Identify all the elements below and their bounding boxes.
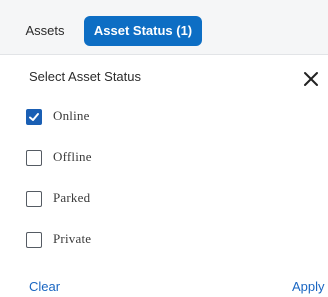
option-label: Parked xyxy=(53,190,91,205)
apply-button[interactable]: Apply xyxy=(292,279,325,294)
checkbox-parked[interactable] xyxy=(26,191,42,207)
close-icon xyxy=(304,72,318,86)
option-parked[interactable]: Parked xyxy=(26,189,206,209)
tab-asset-status[interactable]: Asset Status (1) xyxy=(84,16,202,46)
checkbox-private[interactable] xyxy=(26,232,42,248)
option-label: Private xyxy=(53,231,92,246)
option-offline[interactable]: Offline xyxy=(26,148,206,168)
option-online[interactable]: Online xyxy=(26,107,206,127)
close-button[interactable] xyxy=(302,70,320,88)
clear-button[interactable]: Clear xyxy=(29,279,60,294)
option-label: Online xyxy=(53,108,90,123)
checkbox-offline[interactable] xyxy=(26,150,42,166)
option-private[interactable]: Private xyxy=(26,230,206,250)
tab-assets[interactable]: Assets xyxy=(14,16,76,46)
asset-status-filter-panel: Select Asset Status Online Offline Parke… xyxy=(0,56,328,297)
checkbox-online[interactable] xyxy=(26,109,42,125)
option-label: Offline xyxy=(53,149,92,164)
panel-title: Select Asset Status xyxy=(29,69,142,84)
checkmark-icon xyxy=(29,113,39,121)
tab-bar: Assets Asset Status (1) xyxy=(0,0,328,55)
